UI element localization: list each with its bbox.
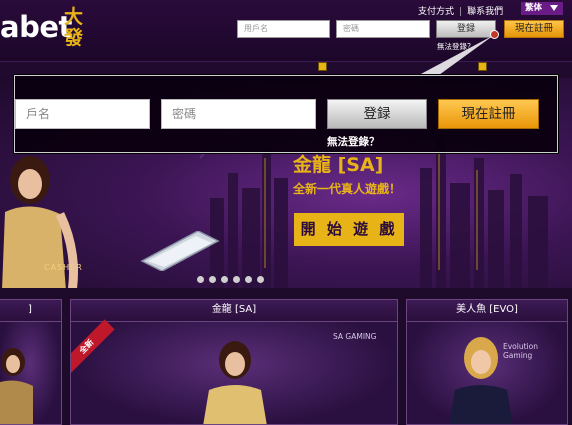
header-password-input[interactable]: 密碼: [336, 20, 430, 38]
card-shoe: [140, 231, 220, 271]
nav-indicator-icon: [318, 62, 327, 71]
slide-dot[interactable]: [257, 276, 264, 283]
dealer-figure: [449, 337, 513, 424]
game-card-label: 金龍 [SA]: [71, 300, 397, 322]
hero-subtitle: 全新一代真人遊戲！: [293, 182, 402, 196]
popup-register-button[interactable]: 現在註冊: [438, 99, 539, 129]
provider-logo: SA GAMING: [333, 332, 377, 341]
top-links: 支付方式 | 聯系我們: [418, 4, 503, 17]
dealer-figure: [203, 341, 267, 424]
slide-indicator: [197, 268, 269, 287]
play-now-button[interactable]: 開 始 遊 戲: [294, 213, 404, 246]
contact-link[interactable]: 聯系我們: [467, 7, 503, 17]
popup-forgot-link[interactable]: 無法登錄？: [327, 134, 380, 149]
popup-password-input[interactable]: 密碼: [161, 99, 316, 129]
popup-login-button[interactable]: 登録: [327, 99, 427, 129]
caret-down-icon: [550, 5, 558, 11]
header-username-input[interactable]: 用戶名: [237, 20, 330, 38]
language-label: 繁体: [525, 3, 543, 13]
game-card[interactable]: 金龍 [SA] 全新 SA GAMING: [70, 299, 398, 425]
popup-username-input[interactable]: 戶名: [15, 99, 150, 129]
slide-dot[interactable]: [245, 276, 252, 283]
header-login-button[interactable]: 登録: [436, 20, 496, 38]
login-popup: 戶名 密碼 登録 現在註冊 無法登錄？: [13, 74, 559, 154]
game-card-label: 美人魚 [EVO]: [407, 300, 567, 322]
slide-dot[interactable]: [233, 276, 240, 283]
dealer-figure: [0, 348, 33, 424]
logo-text[interactable]: abet: [0, 10, 72, 44]
language-select[interactable]: 繁体: [521, 2, 563, 15]
payment-link[interactable]: 支付方式: [418, 7, 454, 17]
game-card[interactable]: ]: [0, 299, 62, 425]
header-forgot-link[interactable]: 無法登錄？: [437, 41, 475, 52]
logo-cn[interactable]: 大發: [64, 7, 90, 49]
game-card-label: ]: [0, 300, 61, 322]
marker-dot-icon: [490, 30, 499, 39]
link-separator: |: [459, 7, 463, 17]
header-register-button[interactable]: 現在註冊: [504, 20, 564, 38]
slide-dot[interactable]: [197, 276, 204, 283]
table-text: CASHER: [44, 263, 83, 272]
game-card[interactable]: 美人魚 [EVO] Evolution Gaming: [406, 299, 568, 425]
hero-title: 金龍 [SA]: [293, 154, 384, 176]
nav-indicator-icon: [478, 62, 487, 71]
slide-dot[interactable]: [209, 276, 216, 283]
slide-dot[interactable]: [221, 276, 228, 283]
